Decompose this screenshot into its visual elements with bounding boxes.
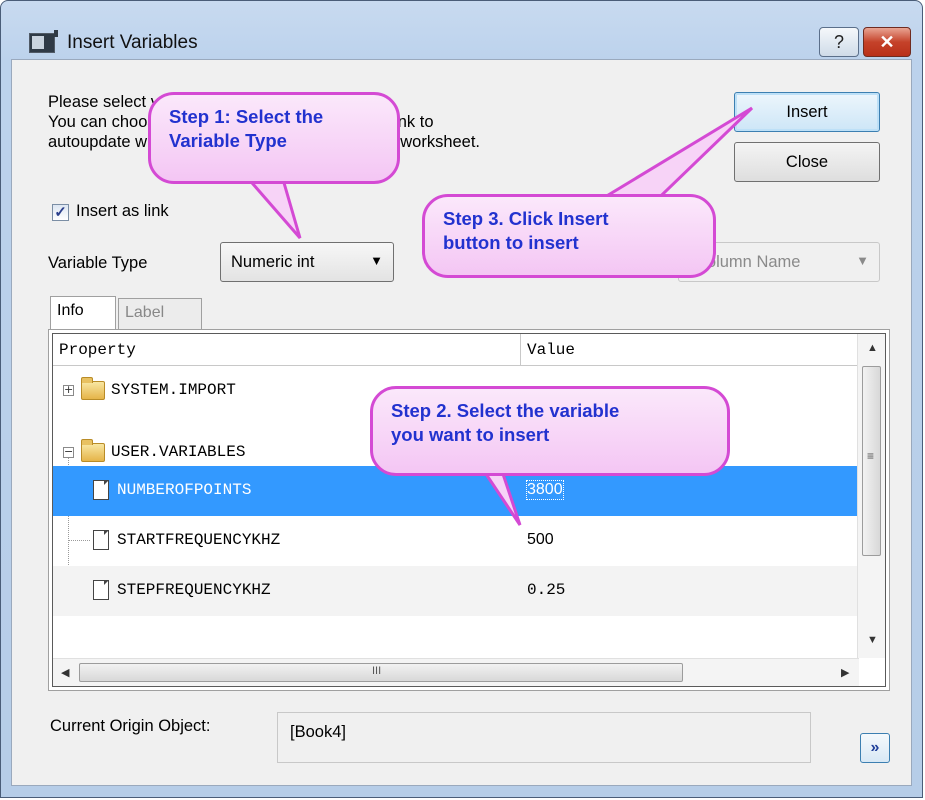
callout-step-1: Step 1: Select the Variable Type bbox=[148, 92, 400, 184]
callout-step-2: Step 2. Select the variable you want to … bbox=[370, 386, 730, 476]
callout-pointer-step1 bbox=[242, 174, 302, 239]
callout-step-3: Step 3. Click Insert button to insert bbox=[422, 194, 716, 278]
